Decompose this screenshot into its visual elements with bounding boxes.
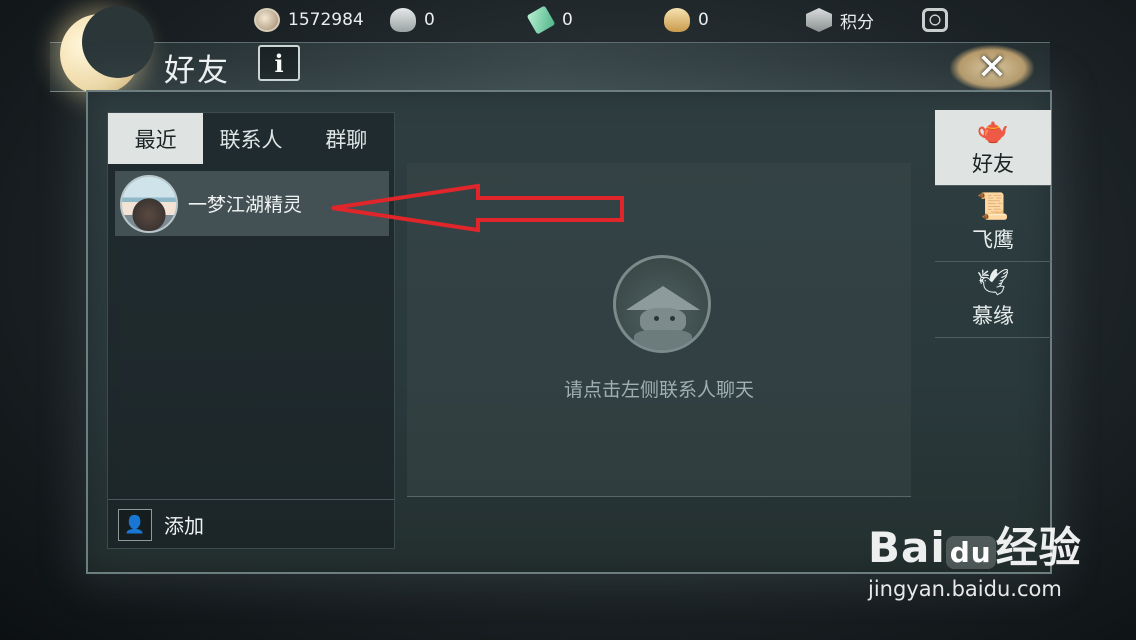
side-nav-label: 好友: [972, 151, 1014, 176]
paper-crane-icon: 🕊: [976, 267, 1010, 298]
jade-amount: 0: [562, 10, 573, 30]
tab-recent[interactable]: 最近: [108, 113, 204, 164]
chat-hint: 请点击左侧联系人聊天: [563, 379, 754, 401]
silver-amount: 1572984: [288, 10, 364, 30]
silver-ingot-currency[interactable]: 0: [390, 6, 435, 34]
close-button[interactable]: ✕: [946, 38, 1038, 98]
side-nav-muyuan[interactable]: 🕊 慕缘: [935, 262, 1051, 338]
currency-bar: 1572984 0 0 0 积分: [0, 0, 1136, 40]
gold-ingot-currency[interactable]: 0: [664, 6, 709, 34]
contact-list-panel: 最近 联系人 群聊 一梦江湖精灵 👤 添加: [107, 112, 395, 549]
avatar: [120, 174, 178, 233]
silver-ingot-icon: [390, 8, 416, 32]
side-nav: 🫖 好友 📜 飞鹰 🕊 慕缘: [935, 110, 1051, 350]
add-label: 添加: [164, 514, 204, 538]
points-button[interactable]: 积分: [806, 6, 874, 34]
baidu-watermark: Bai du经验 jingyan.baidu.com: [868, 514, 1098, 614]
badge-icon: [806, 8, 832, 32]
side-nav-label: 慕缘: [972, 303, 1014, 328]
teapot-icon: 🫖: [976, 115, 1010, 146]
side-nav-friends[interactable]: 🫖 好友: [935, 110, 1051, 186]
list-tabs: 最近 联系人 群聊: [108, 113, 394, 164]
side-nav-eagle[interactable]: 📜 飞鹰: [935, 186, 1051, 262]
side-nav-label: 飞鹰: [972, 227, 1014, 252]
close-icon: ✕: [976, 47, 1008, 88]
silver-currency: 1572984: [254, 6, 364, 34]
settings-button[interactable]: [922, 6, 948, 34]
watermark-url: jingyan.baidu.com: [868, 577, 1062, 601]
add-user-icon: 👤: [118, 508, 152, 541]
annotation-arrow: [331, 183, 624, 233]
points-label: 积分: [840, 12, 874, 33]
tab-group-chat[interactable]: 群聊: [299, 113, 394, 164]
gold-ingot-amount: 0: [698, 10, 709, 30]
crescent-moon-icon: [60, 6, 154, 94]
jade-currency[interactable]: 0: [526, 5, 573, 35]
mascot-icon: [613, 255, 711, 353]
window-title: 好友: [164, 53, 230, 89]
baidu-logo: Bai du经验: [868, 523, 1082, 572]
contact-name: 一梦江湖精灵: [188, 194, 303, 216]
add-contact-button[interactable]: 👤 添加: [108, 499, 394, 549]
scroll-icon: 📜: [976, 191, 1010, 222]
silver-ingot-amount: 0: [424, 10, 435, 30]
annotation-arrow-shape: [331, 183, 624, 233]
settings-icon: [922, 8, 948, 32]
info-button[interactable]: i: [258, 45, 300, 81]
tab-contacts[interactable]: 联系人: [203, 113, 298, 164]
jade-add-icon: [526, 5, 556, 35]
silver-coin-icon: [254, 8, 280, 32]
gold-ingot-icon: [664, 8, 690, 32]
